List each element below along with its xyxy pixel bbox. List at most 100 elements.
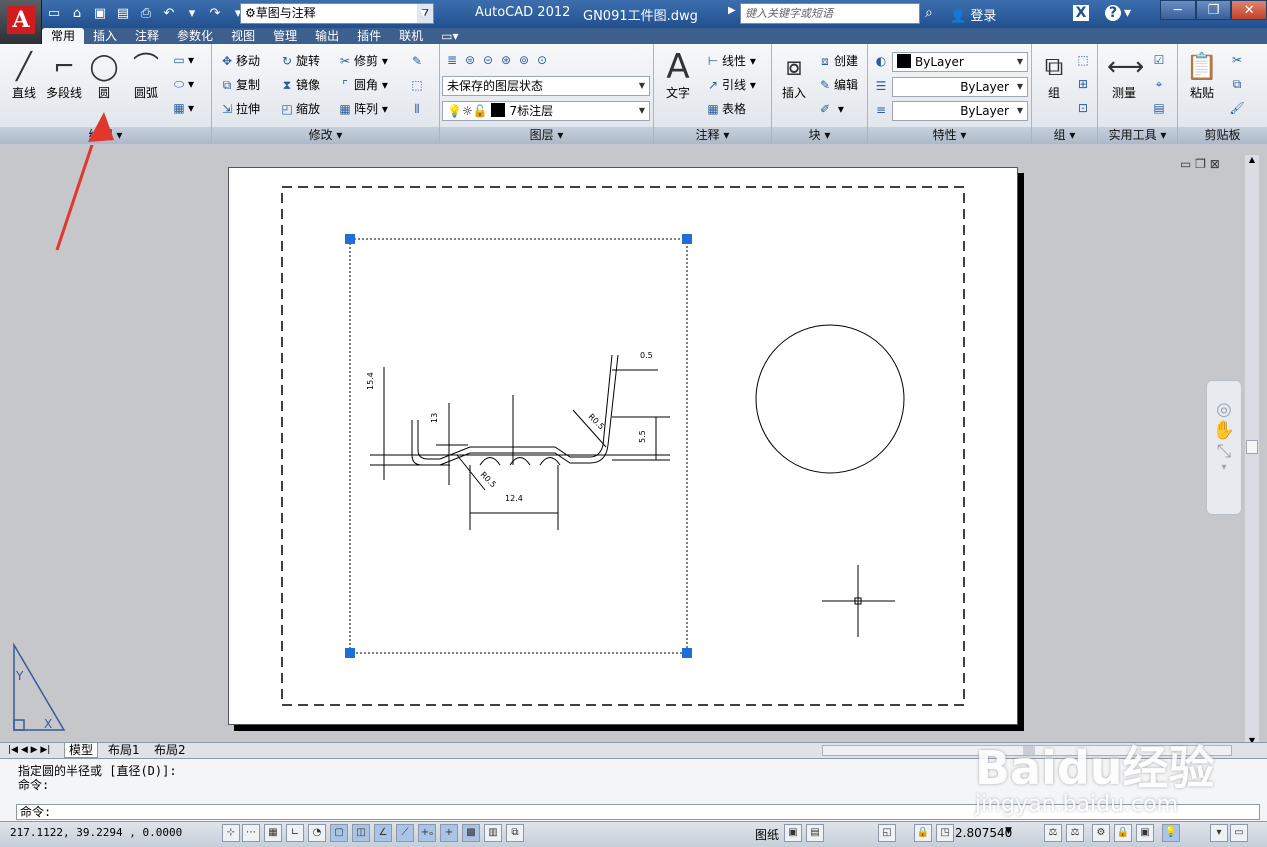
tab-online[interactable]: 联机 (390, 28, 432, 44)
hatch-button[interactable]: ⬭ ▾ (170, 74, 194, 94)
leader-button[interactable]: ↗ 引线 ▾ (704, 75, 756, 95)
qat-customize-icon[interactable]: ▾ (420, 5, 427, 21)
workspace-selector[interactable]: ⚙草图与注释 ▼ (240, 3, 434, 24)
cut-button[interactable]: ✂ (1228, 50, 1246, 70)
mirror-button[interactable]: ⧗ 镜像 (278, 75, 320, 95)
group-edit-button[interactable]: ⊞ (1074, 74, 1092, 94)
group-button[interactable]: ⧉ 组 (1034, 50, 1074, 101)
viewport-lock-icon[interactable]: 🔒 (914, 824, 932, 842)
quick-view-drawings-icon[interactable]: ▤ (806, 824, 824, 842)
grip-bottom-right[interactable] (682, 648, 692, 658)
linetype-select[interactable]: ByLayer ▼ (892, 77, 1028, 97)
explode-button[interactable]: ⬚ (408, 75, 426, 95)
object-snap-tracking-icon[interactable]: ∠ (374, 824, 392, 842)
3d-osnap-icon[interactable]: ◫ (352, 824, 370, 842)
grid-display-icon[interactable]: ▦ (264, 824, 282, 842)
part-drawing[interactable] (370, 354, 670, 530)
drawn-circle[interactable] (755, 324, 905, 474)
erase-button[interactable]: ✎ (408, 51, 426, 71)
undo-icon[interactable]: ↶ (159, 4, 179, 24)
object-snap-icon[interactable]: ▢ (330, 824, 348, 842)
tab-layout1[interactable]: 布局1 (104, 743, 144, 758)
ortho-mode-icon[interactable]: ∟ (286, 824, 304, 842)
exchange-icon[interactable]: X (1073, 5, 1089, 21)
tab-home[interactable]: 常用 (42, 28, 85, 44)
save-icon[interactable]: ▣ (90, 4, 110, 24)
move-button[interactable]: ✥ 移动 (218, 51, 260, 71)
tab-manage[interactable]: 管理 (264, 28, 306, 44)
group-select-button[interactable]: ⊡ (1074, 98, 1092, 118)
search-input[interactable]: 键入关键字或短语 (740, 3, 920, 24)
polyline-button[interactable]: ⌐ 多段线 (44, 50, 84, 101)
tab-view[interactable]: 视图 (222, 28, 264, 44)
properties-panel-title[interactable]: 特性 ▾ (868, 127, 1031, 144)
paper-space-label[interactable]: 图纸 (755, 826, 779, 843)
selection-cycling-icon[interactable]: ⧉ (506, 824, 524, 842)
vertical-scrollbar[interactable]: ▲ ▼ (1245, 155, 1259, 745)
selected-viewport[interactable] (349, 238, 688, 654)
scroll-thumb[interactable] (1246, 440, 1258, 454)
quick-select-button[interactable]: ☑ (1150, 50, 1168, 70)
clipboard-panel-title[interactable]: 剪贴板 (1178, 127, 1267, 144)
trim-button[interactable]: ✂ 修剪 ▾ (336, 51, 388, 71)
paste-button[interactable]: 📋 粘贴 (1182, 50, 1222, 101)
coordinate-readout[interactable]: 217.1122, 39.2294 , 0.0000 (10, 826, 182, 839)
tab-annotate[interactable]: 注释 (126, 28, 168, 44)
boundary-button[interactable]: ▦ ▾ (170, 98, 194, 118)
scale-button[interactable]: ◰ 缩放 (278, 99, 320, 119)
ribbon-minimize-icon[interactable]: ▭▾ (432, 28, 467, 44)
text-button[interactable]: A 文字 (658, 50, 698, 101)
layout-nav-arrows[interactable]: |◀ ◀ ▶ ▶| (4, 743, 54, 758)
grip-bottom-left[interactable] (345, 648, 355, 658)
linear-dim-button[interactable]: ⊢ 线性 ▾ (704, 51, 756, 71)
zoom-icon[interactable]: ⤡ (1207, 441, 1241, 462)
steering-wheel-icon[interactable]: ◎ (1207, 399, 1241, 420)
utilities-panel-title[interactable]: 实用工具 ▾ (1098, 127, 1177, 144)
maximize-viewport-icon[interactable]: ◱ (878, 824, 896, 842)
login-button[interactable]: 👤 登录 (950, 5, 996, 24)
undo-dropdown-icon[interactable]: ▾ (182, 4, 202, 24)
snap-mode-icon[interactable]: ⋯ (242, 824, 260, 842)
line-button[interactable]: ╱ 直线 (4, 50, 44, 101)
layer-select[interactable]: 💡☼🔓 7标注层 ▼ (442, 101, 650, 121)
restore-button[interactable]: ❐ (1195, 0, 1232, 20)
open-file-icon[interactable]: ⌂ (67, 4, 87, 24)
help-dropdown-icon[interactable]: ▾ (1124, 5, 1131, 21)
offset-button[interactable]: ⫴ (408, 99, 426, 119)
lineweight-select[interactable]: ByLayer ▼ (892, 101, 1028, 121)
id-point-button[interactable]: ⌖ (1150, 74, 1168, 94)
search-expand-icon[interactable]: ▶ (728, 5, 736, 16)
grip-top-right[interactable] (682, 234, 692, 244)
infer-constraints-icon[interactable]: ⊹ (222, 824, 240, 842)
attribute-button[interactable]: ✐ ▾ (816, 99, 844, 119)
redo-icon[interactable]: ↷ (205, 4, 225, 24)
tab-layout2[interactable]: 布局2 (150, 743, 190, 758)
application-menu-button[interactable]: A (0, 0, 42, 44)
ungroup-button[interactable]: ⬚ (1074, 50, 1092, 70)
tab-output[interactable]: 输出 (306, 28, 348, 44)
tab-plugins[interactable]: 插件 (348, 28, 390, 44)
save-as-icon[interactable]: ▤ (113, 4, 133, 24)
table-button[interactable]: ▦ 表格 (704, 99, 746, 119)
edit-block-button[interactable]: ✎ 编辑 (816, 75, 858, 95)
match-prop-button[interactable]: 🖌 (1228, 98, 1246, 118)
viewport-scale-icon[interactable]: ◳ (936, 824, 954, 842)
layer-state-select[interactable]: 未保存的图层状态 ▼ (442, 76, 650, 96)
dynamic-ucs-icon[interactable]: ⟋ (396, 824, 414, 842)
block-panel-title[interactable]: 块 ▾ (772, 127, 867, 144)
print-icon[interactable]: ⎙ (136, 4, 156, 24)
fillet-button[interactable]: ⌜ 圆角 ▾ (336, 75, 388, 95)
lineweight-toggle-icon[interactable]: + (440, 824, 458, 842)
calculator-button[interactable]: ▤ (1150, 98, 1168, 118)
measure-button[interactable]: ⟷ 测量 (1104, 50, 1144, 101)
layer-tools-row[interactable]: ≣ ⊜ ⊝ ⊛ ⊚ ⊙ (444, 50, 552, 70)
transparency-icon[interactable]: ▩ (462, 824, 480, 842)
groups-panel-title[interactable]: 组 ▾ (1032, 127, 1097, 144)
tab-model[interactable]: 模型 (64, 743, 99, 758)
layers-panel-title[interactable]: 图层 ▾ (440, 127, 653, 144)
scroll-up-icon[interactable]: ▲ (1245, 155, 1259, 164)
annotation-panel-title[interactable]: 注释 ▾ (654, 127, 771, 144)
tab-insert[interactable]: 插入 (84, 28, 126, 44)
help-icon[interactable]: ? (1105, 5, 1121, 21)
stretch-button[interactable]: ⇲ 拉伸 (218, 99, 260, 119)
